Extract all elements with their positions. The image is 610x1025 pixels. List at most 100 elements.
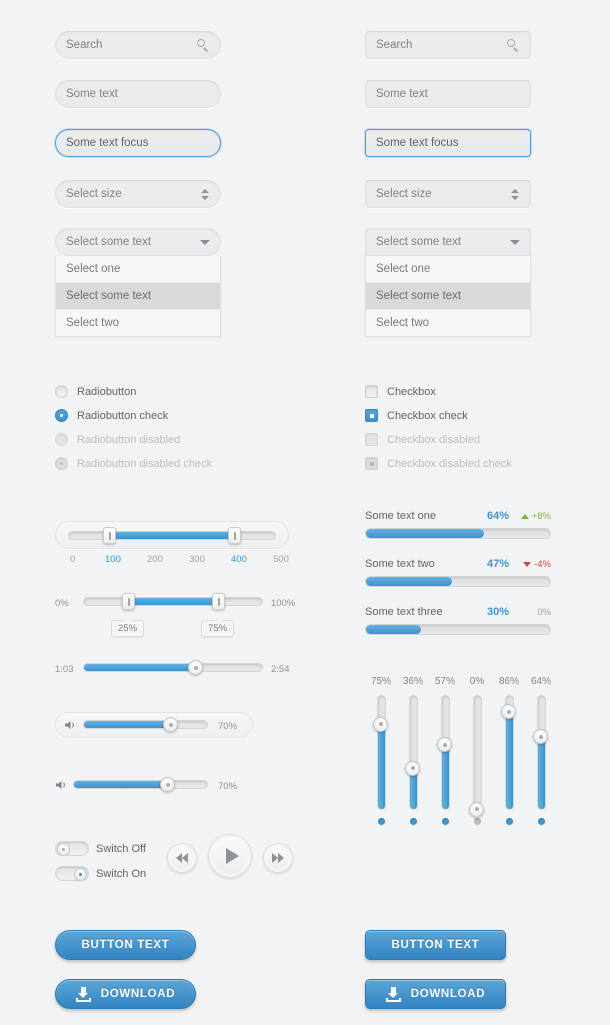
next-button[interactable] xyxy=(263,843,293,873)
range-tick: 0 xyxy=(70,554,76,565)
radio-label: Radiobutton xyxy=(77,385,137,398)
progress-bar xyxy=(365,576,551,587)
text-input-rect[interactable]: Some text xyxy=(365,80,531,108)
previous-button[interactable] xyxy=(167,843,197,873)
checkbox-label: Checkbox disabled check xyxy=(387,457,512,470)
dropdown-option[interactable]: Select two xyxy=(56,310,220,336)
time-slider-track[interactable] xyxy=(83,663,263,672)
vertical-slider-dot[interactable] xyxy=(537,818,545,825)
rewind-icon xyxy=(176,853,188,863)
volume-slider-handle-0[interactable] xyxy=(163,717,178,732)
primary-button-rect[interactable]: BUTTON TEXT xyxy=(365,930,506,960)
text-input-rect-focused[interactable]: Some text focus xyxy=(365,129,531,157)
radio-icon-disabled-checked xyxy=(55,457,68,470)
play-button[interactable] xyxy=(208,834,252,878)
range-tick: 200 xyxy=(147,554,163,565)
vertical-slider-0[interactable]: 75% xyxy=(365,676,397,825)
dropdown-right[interactable]: Select some text Select one Select some … xyxy=(365,228,531,337)
vertical-slider-2[interactable]: 57% xyxy=(429,676,461,825)
vertical-slider-handle[interactable] xyxy=(437,737,452,753)
vertical-slider-dot[interactable] xyxy=(473,818,481,825)
chevron-down-icon[interactable] xyxy=(510,239,520,245)
text-input-focused[interactable]: Some text focus xyxy=(55,129,221,157)
download-icon xyxy=(75,986,91,1002)
vertical-slider-track[interactable] xyxy=(437,695,452,810)
dropdown-option-highlighted[interactable]: Select some text xyxy=(56,283,220,310)
search-input[interactable]: Search xyxy=(55,31,221,59)
switch-off[interactable] xyxy=(55,841,89,856)
vertical-slider-dot[interactable] xyxy=(505,818,513,825)
vertical-slider-handle[interactable] xyxy=(501,704,516,720)
percent-slider-track[interactable] xyxy=(83,597,263,606)
range-slider-handle-high[interactable] xyxy=(228,527,241,544)
vertical-slider-label: 57% xyxy=(434,676,455,687)
vertical-slider-3[interactable]: 0% xyxy=(461,676,493,825)
dropdown-left[interactable]: Select some text Select one Select some … xyxy=(55,228,221,337)
search-icon[interactable] xyxy=(507,38,520,52)
checkbox-icon-checked[interactable] xyxy=(365,409,378,422)
size-stepper-value: Select size xyxy=(66,188,122,200)
range-slider-track[interactable] xyxy=(68,531,276,540)
vertical-slider-handle[interactable] xyxy=(469,801,484,817)
vertical-slider-handle[interactable] xyxy=(533,729,548,745)
radio-label: Radiobutton disabled xyxy=(77,433,181,446)
vertical-slider-1[interactable]: 36% xyxy=(397,676,429,825)
download-button-label: DOWNLOAD xyxy=(100,988,176,1000)
vertical-slider-track[interactable] xyxy=(405,695,420,810)
vertical-slider-handle[interactable] xyxy=(373,716,388,732)
vertical-slider-track[interactable] xyxy=(501,695,516,810)
progress-row-0: Some text one 64% +8% xyxy=(365,510,551,539)
checkbox-row-1[interactable]: Checkbox check xyxy=(365,409,468,422)
checkbox-icon[interactable] xyxy=(365,385,378,398)
text-input[interactable]: Some text xyxy=(55,80,221,108)
dropdown-list: Select one Select some text Select two xyxy=(365,256,531,337)
volume-icon[interactable] xyxy=(64,719,78,731)
vertical-slider-4[interactable]: 86% xyxy=(493,676,525,825)
checkbox-row-0[interactable]: Checkbox xyxy=(365,385,436,398)
dropdown-header[interactable]: Select some text xyxy=(365,228,531,256)
arrow-down-icon xyxy=(523,562,532,567)
spinner-updown-icon[interactable] xyxy=(201,188,210,201)
radio-row-3: Radiobutton disabled check xyxy=(55,457,212,470)
vertical-slider-dot[interactable] xyxy=(377,818,385,825)
volume-slider-track-1[interactable] xyxy=(73,780,208,789)
spinner-updown-icon[interactable] xyxy=(511,188,520,201)
dropdown-option[interactable]: Select one xyxy=(366,256,530,283)
search-icon[interactable] xyxy=(197,38,210,52)
vertical-slider-5[interactable]: 64% xyxy=(525,676,557,825)
download-button[interactable]: DOWNLOAD xyxy=(55,979,196,1009)
percent-slider-bubble-low: 25% xyxy=(111,617,145,637)
switch-on[interactable] xyxy=(55,866,89,881)
range-slider-handle-low[interactable] xyxy=(103,527,116,544)
volume-slider-track-0[interactable] xyxy=(83,720,208,729)
search-input-rect[interactable]: Search xyxy=(365,31,531,59)
vertical-slider-dot[interactable] xyxy=(409,818,417,825)
vertical-slider-track[interactable] xyxy=(469,695,484,817)
download-button-rect[interactable]: DOWNLOAD xyxy=(365,979,506,1009)
size-stepper-input-rect[interactable]: Select size xyxy=(365,180,531,208)
vertical-slider-fill xyxy=(505,711,513,809)
volume-icon[interactable] xyxy=(55,779,69,791)
primary-button[interactable]: BUTTON TEXT xyxy=(55,930,196,960)
vertical-slider-handle[interactable] xyxy=(405,760,420,776)
percent-slider-handle-high[interactable] xyxy=(212,593,225,610)
volume-slider-handle-1[interactable] xyxy=(160,777,175,792)
radio-row-0[interactable]: Radiobutton xyxy=(55,385,136,398)
percent-slider-handle-low[interactable] xyxy=(122,593,135,610)
radio-icon-checked[interactable] xyxy=(55,409,68,422)
range-tick-active: 100 xyxy=(105,554,121,565)
dropdown-header[interactable]: Select some text xyxy=(55,228,221,256)
dropdown-option[interactable]: Select two xyxy=(366,310,530,336)
vertical-slider-track[interactable] xyxy=(533,695,548,810)
radio-row-1[interactable]: Radiobutton check xyxy=(55,409,168,422)
dropdown-option[interactable]: Select one xyxy=(56,256,220,283)
radio-icon[interactable] xyxy=(55,385,68,398)
size-stepper-input[interactable]: Select size xyxy=(55,180,221,208)
vertical-slider-dot[interactable] xyxy=(441,818,449,825)
radio-label: Radiobutton disabled check xyxy=(77,457,213,470)
progress-percent: 64% xyxy=(486,510,509,522)
dropdown-option-highlighted[interactable]: Select some text xyxy=(366,283,530,310)
vertical-slider-track[interactable] xyxy=(373,695,388,810)
time-slider-handle[interactable] xyxy=(188,660,203,675)
chevron-down-icon[interactable] xyxy=(200,239,210,245)
